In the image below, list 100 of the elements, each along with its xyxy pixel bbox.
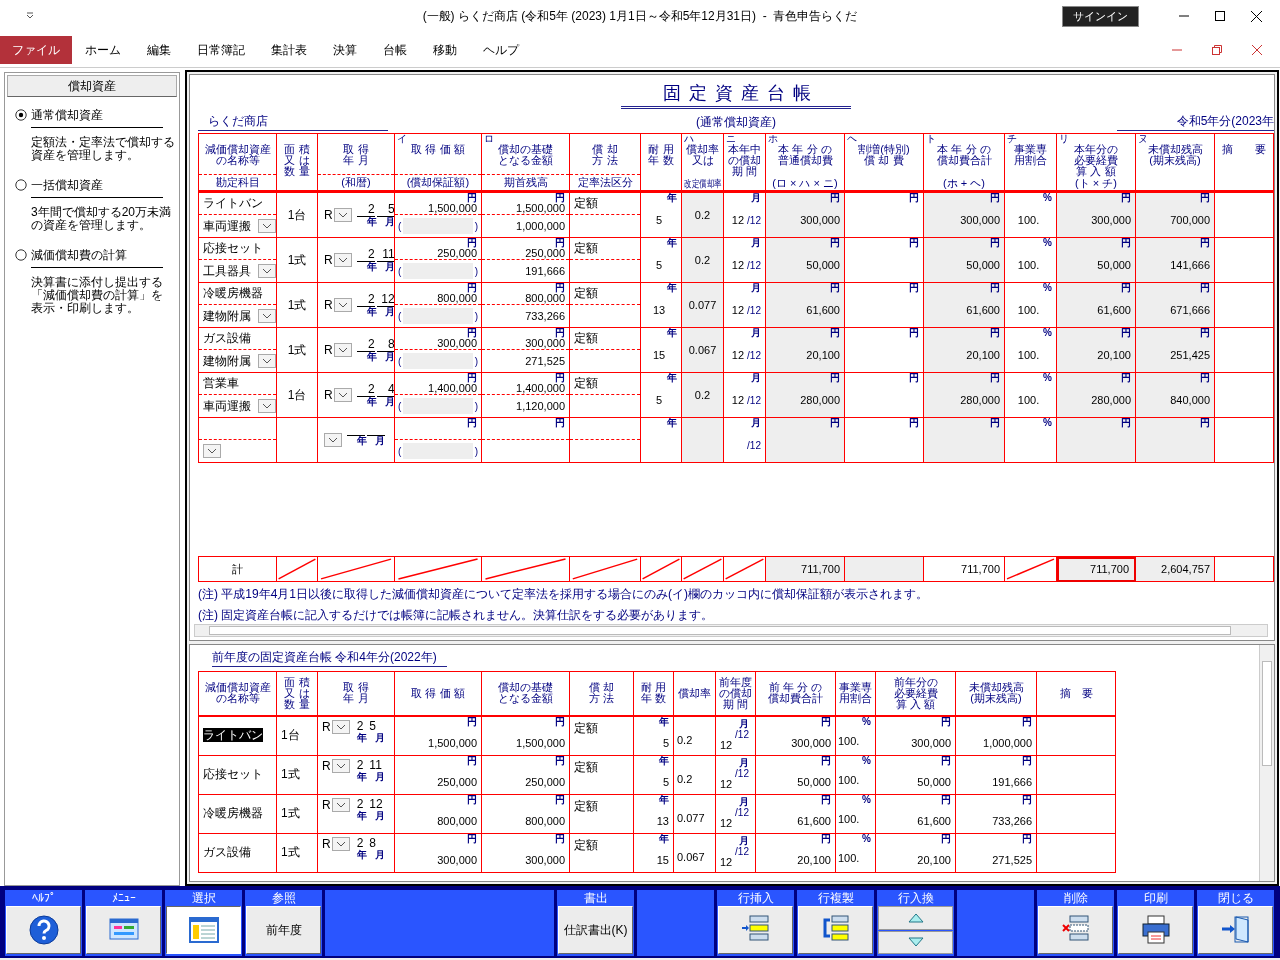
group-label: 印刷 [1142,890,1169,906]
unit-label: 円 [466,373,477,383]
book-balance: 700,000 [1170,214,1210,226]
dropdown-icon[interactable] [258,309,276,323]
menu-item[interactable]: 台帳 [370,35,420,64]
year-field[interactable]: 2 [356,293,375,307]
maximize-icon[interactable] [1215,11,1225,21]
business-ratio: 100. [1017,259,1040,271]
useful-life: 5 [655,394,663,406]
column-header: 必要経費 [893,687,938,699]
month-field[interactable]: 12 [376,293,394,307]
menu-caret-icon[interactable] [26,12,34,20]
down-triangle-icon [907,937,924,948]
close-icon[interactable] [1251,10,1262,22]
account-name: 工具器具 [203,262,251,280]
era: R [322,719,331,734]
horizontal-scrollbar[interactable] [194,624,1268,637]
menu-item[interactable]: ファイル [0,35,72,64]
menu-item[interactable]: 決算 [320,35,370,64]
unit-label: 円 [908,373,919,383]
expense-amount: 20,100 [917,853,951,866]
unit-label: 円 [940,834,951,844]
radio-button[interactable] [15,179,27,192]
column-header: 年 数 [640,693,667,705]
dropdown-icon[interactable] [331,797,350,812]
month-value: 8 [369,836,377,850]
unit-label: 年 [666,328,677,338]
year-field[interactable]: 2 [356,383,375,397]
dropdown-icon[interactable] [331,836,350,851]
dropdown-icon[interactable] [258,399,276,413]
dropdown-icon[interactable] [333,208,352,222]
unit-label: 円 [466,193,477,203]
move-down-button[interactable] [878,930,953,954]
unit-label: 月 [750,238,761,248]
unit-label: 月 [374,810,385,821]
dropdown-icon[interactable] [258,264,276,278]
expense-amount: 61,600 [1097,304,1131,316]
unit-label: 円 [466,716,477,727]
year-value: 2 [356,758,364,772]
column-header: 方 法 [588,693,615,705]
menu-item[interactable]: 集計表 [258,35,320,64]
dropdown-icon[interactable] [333,253,352,267]
acquisition-cost: 250,000 [437,775,477,788]
dropdown-icon[interactable] [203,444,221,458]
panel-header-button[interactable]: 償却資産 [7,75,177,97]
quantity: 1式 [287,297,307,312]
unit-label: % [1042,328,1052,338]
rate: 0.2 [694,389,711,401]
month-field[interactable]: 11 [376,248,394,262]
unit-label: 年 [666,193,677,203]
vertical-scrollbar[interactable] [1259,645,1274,881]
menu-item[interactable]: 移動 [420,35,470,64]
quantity: 1式 [281,845,300,859]
group-label: 参照 [270,890,297,906]
restore-icon[interactable] [1212,44,1222,55]
method: 定額 [574,759,598,774]
group-label: ﾒﾆｭｰ [110,890,137,906]
dropdown-icon[interactable] [333,298,352,312]
menu-item[interactable]: 編集 [134,35,184,64]
menu-item[interactable]: ホーム [72,35,134,64]
dropdown-icon[interactable] [331,719,350,734]
radio-button[interactable] [15,249,27,262]
column-header: 事業専 [839,682,872,694]
column-header: 償却の基礎 [498,682,553,694]
year-field[interactable]: 2 [356,248,375,262]
column-marker: イ [397,134,407,144]
dropdown-icon[interactable] [331,758,350,773]
unit-label: 円 [1120,373,1131,383]
toolbar-button[interactable]: 仕訳書出(K) [558,906,633,954]
sign-in-button[interactable]: サインイン [1062,5,1139,27]
month-field[interactable]: 5 [376,203,394,217]
unit-label: 円 [1021,756,1032,766]
depreciation-base: 1,400,000 [516,382,565,394]
dropdown-icon[interactable] [324,433,342,447]
menu-item[interactable]: ヘルプ [470,35,532,64]
unit-label: 月 [739,796,749,807]
asset-name[interactable]: ライトバン [203,728,263,742]
column-header: 償 却 [588,682,615,694]
month-field[interactable]: 4 [376,383,394,397]
option-label: 一括償却資産 [31,177,163,199]
dropdown-icon[interactable] [333,343,352,357]
radio-button[interactable] [15,109,27,121]
unit-label: 円 [554,418,565,428]
dropdown-icon[interactable] [258,354,276,368]
year-field[interactable]: 2 [356,203,375,217]
dropdown-icon[interactable] [333,388,352,402]
toolbar-button[interactable]: 前年度 [246,906,321,954]
menu-item[interactable]: 日常簿記 [184,35,258,64]
method: 定額 [574,375,598,392]
unit-label: 年 [658,716,669,727]
month-field[interactable]: 8 [376,338,394,352]
unit-label: /12 [735,767,749,779]
year-field[interactable]: 2 [356,338,375,352]
dropdown-icon[interactable] [258,219,276,233]
business-ratio: 100. [838,734,860,747]
toolbar-button[interactable] [166,906,241,954]
column-header: 方 法 [592,155,618,166]
column-header: 減価償却資産 [204,682,271,694]
bracket-mark: ( [398,220,402,232]
useful-life: 5 [662,736,669,749]
